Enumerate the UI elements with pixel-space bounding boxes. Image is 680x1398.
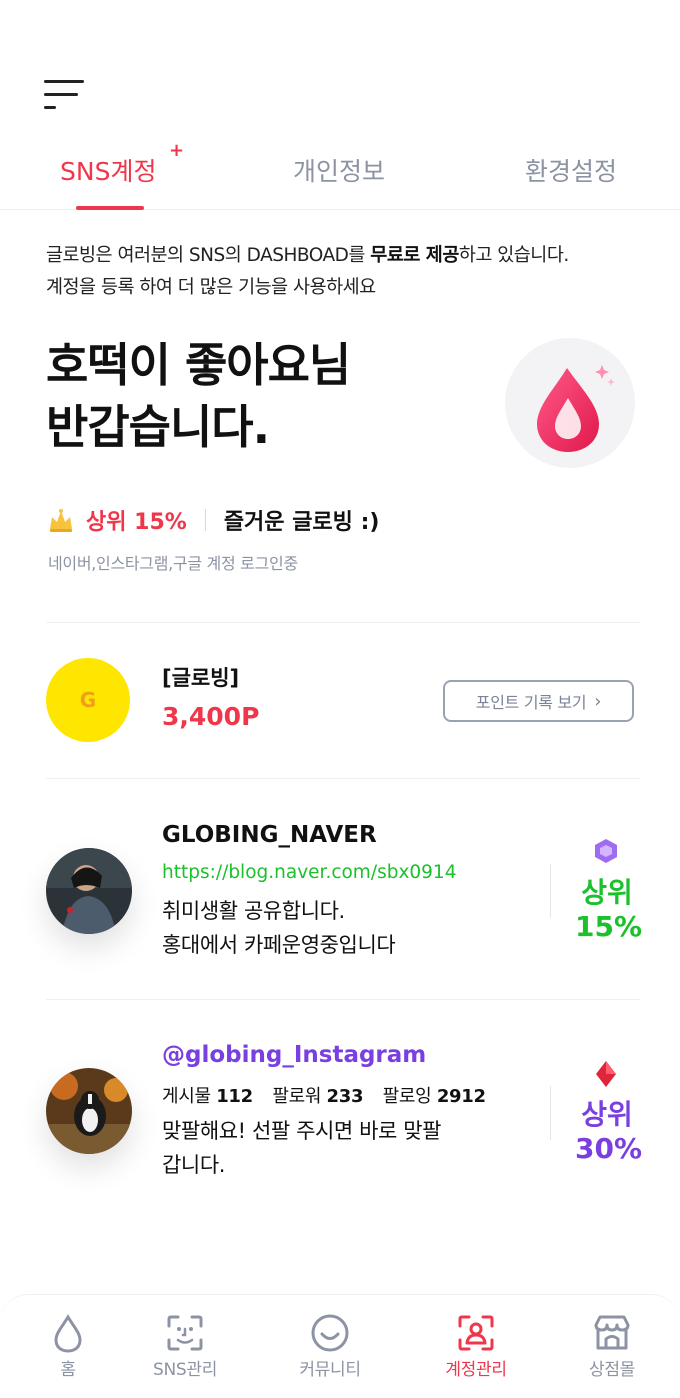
- user-scan-icon: [458, 1315, 494, 1351]
- globing-logo: [505, 338, 635, 468]
- tab-personal-info[interactable]: 개인정보: [293, 152, 385, 188]
- section-divider: [46, 778, 640, 779]
- crown-icon: [50, 509, 72, 532]
- greeting-title: 호떡이 좋아요님 반갑습니다.: [46, 338, 351, 454]
- nav-community[interactable]: 커뮤니티: [262, 1295, 398, 1398]
- section-divider: [46, 622, 640, 623]
- user-rank-text: 상위 15%: [86, 510, 187, 535]
- rank-message: 즐거운 글로빙 :): [223, 510, 380, 535]
- account-desc-instagram: 맞팔해요! 선팔 주시면 바로 맞팔 갑니다.: [162, 1119, 442, 1177]
- chevron-right-icon: ›: [594, 690, 602, 712]
- account-desc-naver: 취미생활 공유합니다. 홍대에서 카페운영중입니다: [162, 899, 396, 957]
- point-value: 3,400P: [162, 702, 260, 731]
- rank-divider: [550, 1086, 551, 1140]
- point-history-button[interactable]: 포인트 기록 보기 ›: [443, 680, 634, 722]
- nav-account-manage-label: 계정관리: [445, 1360, 507, 1380]
- red-gem-icon: [596, 1061, 616, 1087]
- face-scan-icon: [167, 1315, 203, 1351]
- avatar[interactable]: [46, 1068, 132, 1154]
- tab-sns-accounts[interactable]: SNS계정: [60, 152, 156, 188]
- bottom-navigation: 홈 SNS관리 커뮤니티 계정관리 상점몰: [0, 1294, 680, 1398]
- login-state-text: 네이버,인스타그램,구글 계정 로그인중: [48, 554, 298, 573]
- section-divider: [46, 999, 640, 1000]
- active-tab-indicator: [76, 206, 144, 210]
- tab-bar: SNS계정 + 개인정보 환경설정: [0, 140, 680, 210]
- nav-home-label: 홈: [60, 1360, 76, 1380]
- account-rank-instagram: 상위 30%: [575, 1098, 643, 1165]
- point-history-label: 포인트 기록 보기: [475, 693, 587, 712]
- point-name: [글로빙]: [162, 666, 240, 690]
- nav-home[interactable]: 홈: [0, 1295, 136, 1398]
- nav-account-manage[interactable]: 계정관리: [408, 1295, 544, 1398]
- account-name-instagram[interactable]: @globing_Instagram: [162, 1042, 426, 1068]
- account-rank-naver: 상위 15%: [575, 876, 643, 943]
- account-url-naver[interactable]: https://blog.naver.com/sbx0914: [162, 862, 456, 883]
- account-stats-instagram: 게시물 112 팔로워 233 팔로잉 2912: [162, 1086, 486, 1107]
- smile-icon: [311, 1314, 349, 1352]
- rank-separator: [204, 509, 206, 531]
- globing-coin-icon: G: [46, 658, 130, 742]
- nav-store-label: 상점몰: [588, 1360, 636, 1380]
- avatar[interactable]: [46, 848, 132, 934]
- nav-sns-manage[interactable]: SNS관리: [117, 1295, 253, 1398]
- tab-new-badge: +: [169, 140, 185, 161]
- drop-icon: [54, 1314, 82, 1353]
- account-name-naver[interactable]: GLOBING_NAVER: [162, 822, 377, 848]
- nav-store[interactable]: 상점몰: [544, 1295, 680, 1398]
- user-rank-row: 상위 15% 즐거운 글로빙 :): [46, 502, 379, 538]
- intro-text: 글로빙은 여러분의 SNS의 DASHBOAD를 무료로 제공하고 있습니다. …: [46, 245, 569, 298]
- purple-gem-icon: [595, 839, 617, 863]
- rank-divider: [550, 864, 551, 918]
- tab-settings[interactable]: 환경설정: [525, 152, 617, 188]
- hamburger-menu-icon[interactable]: [44, 78, 86, 112]
- nav-community-label: 커뮤니티: [299, 1360, 361, 1380]
- store-icon: [594, 1315, 630, 1350]
- nav-sns-manage-label: SNS관리: [152, 1360, 218, 1380]
